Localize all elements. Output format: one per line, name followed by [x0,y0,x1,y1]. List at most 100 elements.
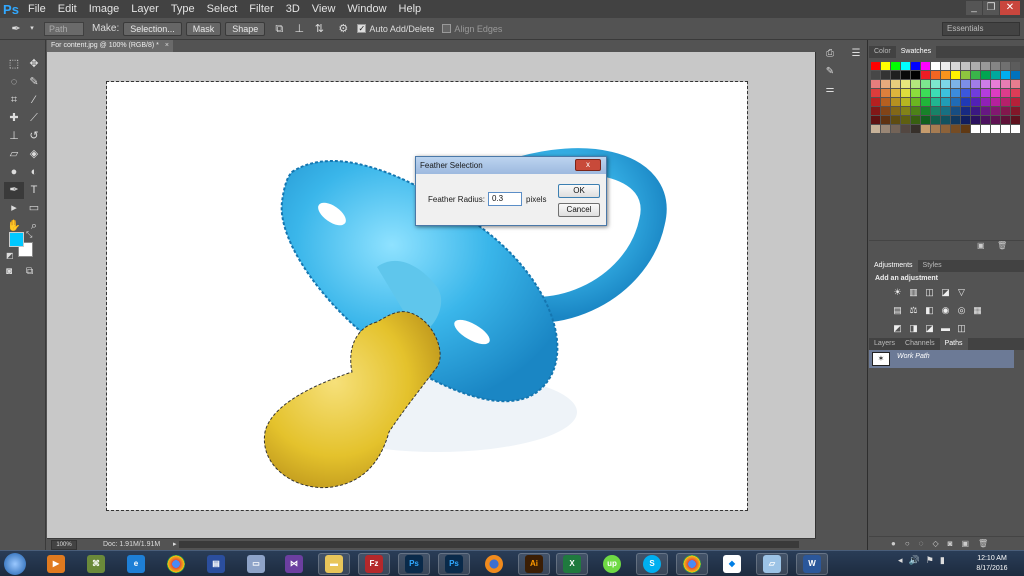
stroke-path-icon[interactable]: ○ [905,537,910,550]
swatch-cell[interactable] [971,107,980,115]
swatch-cell[interactable] [991,89,1000,97]
swatch-cell[interactable] [1011,125,1020,133]
auto-add-delete-checkbox[interactable]: ✓ [357,24,367,33]
swatch-cell[interactable] [881,125,890,133]
swatch-cell[interactable] [871,71,880,79]
invert-icon[interactable]: ◩ [891,322,904,335]
swatch-cell[interactable] [881,80,890,88]
swatch-cell[interactable] [961,89,970,97]
filezilla-app[interactable]: Fz [358,553,390,575]
swatch-cell[interactable] [881,98,890,106]
marquee-tool-icon[interactable]: ⬚ [4,56,24,73]
swatch-cell[interactable] [1011,116,1020,124]
menu-3d[interactable]: 3D [280,0,306,18]
swatch-cell[interactable] [1011,89,1020,97]
swatch-cell[interactable] [1001,98,1010,106]
close-tab-icon[interactable]: × [165,40,169,52]
swatch-cell[interactable] [911,98,920,106]
swatch-cell[interactable] [1001,89,1010,97]
tab-paths[interactable]: Paths [939,338,968,350]
type-tool-icon[interactable]: T [24,182,44,199]
swatch-cell[interactable] [921,116,930,124]
swatch-cell[interactable] [981,107,990,115]
swatch-cell[interactable] [891,98,900,106]
black-white-icon[interactable]: ◧ [923,304,936,317]
swatch-cell[interactable] [941,125,950,133]
swatch-cell[interactable] [1001,71,1010,79]
chrome-app[interactable] [160,553,192,575]
stamp-tool-icon[interactable]: ⊥ [4,128,24,145]
excel-app[interactable]: X [556,553,588,575]
swatch-cell[interactable] [961,71,970,79]
swatch-cell[interactable] [941,80,950,88]
network-icon[interactable]: ▮ [940,555,945,566]
swatch-cell[interactable] [1001,125,1010,133]
swatch-cell[interactable] [931,125,940,133]
swatch-cell[interactable] [881,62,890,70]
swatch-cell[interactable] [901,62,910,70]
swatch-cell[interactable] [931,62,940,70]
swatch-cell[interactable] [871,116,880,124]
swatch-cell[interactable] [951,71,960,79]
swatch-cell[interactable] [901,89,910,97]
swatch-cell[interactable] [991,80,1000,88]
volume-icon[interactable]: 🔊 [909,555,920,566]
swatch-cell[interactable] [971,80,980,88]
tab-color[interactable]: Color [869,46,896,58]
swatch-cell[interactable] [901,107,910,115]
path-alignment-icon[interactable]: ⊥ [291,21,307,37]
flag-icon[interactable]: ⚑ [926,555,934,566]
swatch-cell[interactable] [931,98,940,106]
word-app[interactable]: W [796,553,828,575]
properties-icon[interactable]: ⚌ [818,82,842,98]
zoom-field[interactable]: 100% [51,540,77,550]
menu-layer[interactable]: Layer [125,0,165,18]
swatch-cell[interactable] [871,125,880,133]
upwork-app[interactable]: up [596,553,628,575]
swatch-cell[interactable] [891,71,900,79]
path-row-work-path[interactable]: ✶ Work Path [869,350,1014,368]
levels-icon[interactable]: ▥ [907,286,920,299]
swatch-cell[interactable] [951,62,960,70]
lasso-tool-icon[interactable]: ◌ [4,74,24,91]
tab-channels[interactable]: Channels [900,338,940,350]
path-operations-icon[interactable]: ⧉ [271,21,287,37]
dropbox-app[interactable]: ◆ [716,553,748,575]
swatch-cell[interactable] [901,71,910,79]
shape-button[interactable]: Shape [225,21,266,36]
color-lookup-icon[interactable]: ▦ [971,304,984,317]
swatch-cell[interactable] [971,71,980,79]
move-tool-icon[interactable]: ✥ [24,56,44,73]
path-arrangement-icon[interactable]: ⇅ [311,21,327,37]
document-app[interactable]: ▭ [240,553,272,575]
delete-path-icon[interactable]: 🗑 [978,537,988,550]
swatch-cell[interactable] [961,107,970,115]
gear-icon[interactable]: ⚙ [335,21,351,37]
swatch-cell[interactable] [871,107,880,115]
blur-tool-icon[interactable]: ● [4,164,24,181]
crop-tool-icon[interactable]: ⌗ [4,92,24,109]
history-brush-tool-icon[interactable]: ↺ [24,128,44,145]
swatch-cell[interactable] [971,116,980,124]
swatch-cell[interactable] [981,98,990,106]
brush-tool-icon[interactable]: ⟋ [24,110,44,127]
swatch-cell[interactable] [901,125,910,133]
swatch-cell[interactable] [911,116,920,124]
swatch-cell[interactable] [1001,80,1010,88]
menu-type[interactable]: Type [165,0,201,18]
swatch-cell[interactable] [941,71,950,79]
horizontal-scrollbar[interactable] [179,541,799,548]
chevron-down-icon[interactable]: ▾ [28,21,36,37]
menu-edit[interactable]: Edit [52,0,83,18]
swatch-cell[interactable] [881,71,890,79]
swatch-cell[interactable] [1011,80,1020,88]
screen-mode-icon[interactable]: ⧉ [26,266,33,277]
menu-filter[interactable]: Filter [243,0,279,18]
swatch-cell[interactable] [1001,62,1010,70]
swatch-cell[interactable] [931,71,940,79]
dodge-tool-icon[interactable]: ◐ [24,164,44,181]
swatch-cell[interactable] [991,125,1000,133]
swatch-cell[interactable] [871,98,880,106]
chrome-app-2[interactable] [676,553,708,575]
swatch-cell[interactable] [911,71,920,79]
